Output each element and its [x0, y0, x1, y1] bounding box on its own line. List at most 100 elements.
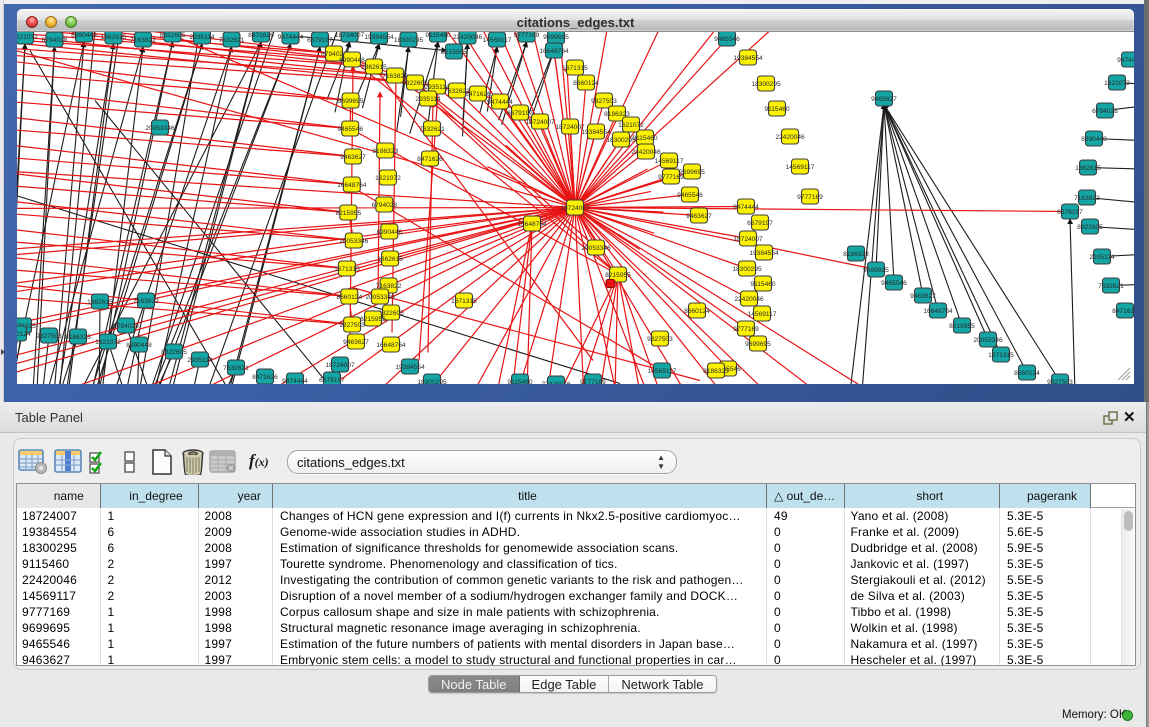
svg-text:9474444: 9474444 [1117, 57, 1134, 64]
svg-text:1621072: 1621072 [95, 339, 121, 346]
svg-text:6794028: 6794028 [113, 323, 139, 330]
svg-text:9465546: 9465546 [881, 280, 907, 287]
svg-text:14569117: 14569117 [748, 311, 777, 318]
svg-text:8660124: 8660124 [1014, 370, 1040, 377]
svg-text:2935114: 2935114 [415, 96, 441, 103]
svg-text:8322605: 8322605 [160, 32, 186, 39]
svg-text:6679197: 6679197 [319, 377, 345, 384]
svg-text:14569117: 14569117 [655, 158, 684, 165]
svg-text:6794028: 6794028 [371, 202, 397, 209]
svg-text:9465546: 9465546 [337, 126, 363, 133]
svg-text:16648764: 16648764 [517, 221, 547, 228]
svg-text:22420046: 22420046 [775, 134, 805, 141]
svg-text:8660124: 8660124 [573, 80, 599, 87]
svg-text:16648764: 16648764 [539, 48, 569, 55]
svg-text:9115460: 9115460 [750, 281, 776, 288]
svg-text:8990448: 8990448 [339, 57, 365, 64]
svg-text:8186323: 8186323 [703, 368, 729, 375]
svg-text:6679197: 6679197 [307, 37, 333, 44]
svg-text:8215955: 8215955 [360, 316, 386, 323]
svg-text:9474444: 9474444 [282, 378, 308, 384]
svg-text:19384554: 19384554 [581, 129, 611, 136]
svg-text:9115460: 9115460 [632, 135, 658, 142]
svg-text:18724007: 18724007 [325, 362, 355, 369]
svg-text:8322605: 8322605 [161, 349, 187, 356]
svg-text:18300295: 18300295 [394, 37, 424, 44]
svg-text:8990448: 8990448 [71, 32, 97, 39]
svg-text:8990448: 8990448 [376, 229, 402, 236]
svg-text:18724007: 18724007 [733, 236, 763, 243]
svg-text:19384554: 19384554 [364, 34, 394, 41]
svg-text:8471626: 8471626 [465, 91, 491, 98]
svg-text:18300295: 18300295 [732, 266, 762, 273]
svg-text:19384554: 19384554 [395, 364, 425, 371]
svg-text:9327503: 9327503 [36, 333, 62, 340]
svg-text:1671315: 1671315 [988, 352, 1014, 359]
svg-text:18300295: 18300295 [751, 81, 781, 88]
svg-text:9327503: 9327503 [647, 336, 673, 343]
svg-text:7632621: 7632621 [419, 126, 445, 133]
svg-text:8186323: 8186323 [372, 148, 398, 155]
svg-text:9115460: 9115460 [507, 379, 533, 384]
svg-text:19384554: 19384554 [749, 250, 779, 257]
svg-text:7632621: 7632621 [1098, 283, 1124, 290]
svg-text:1362615: 1362615 [87, 299, 113, 306]
svg-text:16648764: 16648764 [376, 342, 406, 349]
svg-text:9777169: 9777169 [514, 32, 540, 39]
svg-text:9699695: 9699695 [338, 98, 364, 105]
svg-text:8660124: 8660124 [336, 294, 362, 301]
svg-text:9699695: 9699695 [679, 169, 705, 176]
svg-text:1671315: 1671315 [334, 266, 360, 273]
svg-text:1621072: 1621072 [1104, 80, 1130, 87]
svg-text:20053346: 20053346 [145, 125, 175, 132]
svg-text:18724007: 18724007 [525, 119, 555, 126]
svg-text:7163822: 7163822 [1074, 195, 1100, 202]
svg-text:20053346: 20053346 [339, 238, 369, 245]
svg-text:8471626: 8471626 [252, 374, 278, 381]
svg-text:6794028: 6794028 [1092, 108, 1118, 115]
svg-text:1671315: 1671315 [562, 65, 588, 72]
svg-text:8990448: 8990448 [1081, 136, 1107, 143]
svg-text:14569117: 14569117 [483, 37, 512, 44]
svg-text:6679197: 6679197 [1057, 209, 1083, 216]
svg-text:9463627: 9463627 [343, 339, 369, 346]
svg-text:22420046: 22420046 [541, 381, 571, 384]
svg-text:1621072: 1621072 [375, 175, 401, 182]
svg-text:8990448: 8990448 [126, 342, 152, 349]
svg-text:1671315: 1671315 [451, 298, 477, 305]
svg-text:9463627: 9463627 [910, 293, 936, 300]
svg-text:9699695: 9699695 [745, 341, 771, 348]
svg-text:9699695: 9699695 [543, 34, 569, 41]
svg-text:20053346: 20053346 [365, 294, 395, 301]
svg-text:9777169: 9777169 [733, 326, 759, 333]
svg-text:8215955: 8215955 [949, 323, 975, 330]
svg-text:18300295: 18300295 [417, 379, 447, 384]
svg-text:9699695: 9699695 [863, 267, 889, 274]
svg-text:14569117: 14569117 [786, 164, 815, 171]
svg-text:8322605: 8322605 [1077, 224, 1103, 231]
svg-text:16648764: 16648764 [337, 182, 367, 189]
svg-text:7632621: 7632621 [219, 37, 245, 44]
svg-text:7632621: 7632621 [223, 365, 249, 372]
svg-text:6679197: 6679197 [747, 220, 773, 227]
svg-text:19384554: 19384554 [733, 55, 763, 62]
svg-text:1362615: 1362615 [377, 256, 403, 263]
svg-text:9327503: 9327503 [1047, 379, 1073, 384]
svg-text:8186323: 8186323 [65, 334, 91, 341]
svg-text:8186323: 8186323 [843, 251, 869, 258]
svg-text:9465546: 9465546 [677, 192, 703, 199]
svg-text:1362615: 1362615 [1075, 165, 1101, 172]
svg-text:8471626: 8471626 [248, 32, 274, 39]
svg-text:9327503: 9327503 [591, 98, 617, 105]
svg-text:9777169: 9777169 [797, 194, 823, 201]
svg-text:7163822: 7163822 [130, 37, 156, 44]
svg-text:6679197: 6679197 [507, 110, 533, 117]
svg-text:22420046: 22420046 [734, 296, 764, 303]
svg-text:8215955: 8215955 [441, 49, 467, 56]
svg-text:8660124: 8660124 [17, 331, 31, 338]
svg-text:8660124: 8660124 [684, 308, 710, 315]
svg-text:9474444: 9474444 [487, 99, 513, 106]
svg-text:1621072: 1621072 [17, 34, 38, 41]
svg-text:9463627: 9463627 [686, 213, 712, 220]
svg-text:22420046: 22420046 [631, 149, 661, 156]
